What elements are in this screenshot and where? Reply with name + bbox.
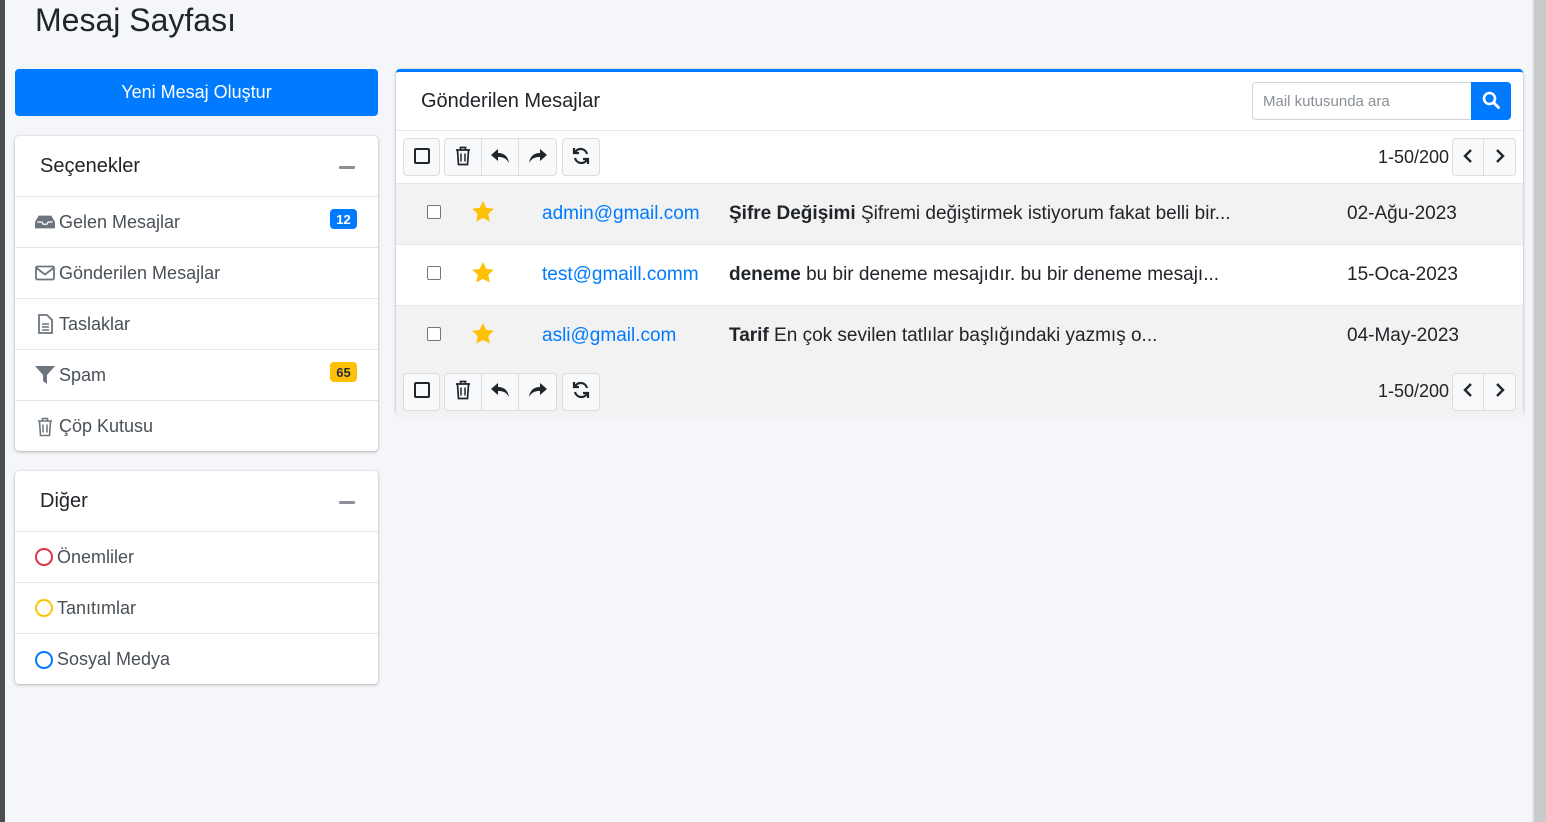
nav-item-social[interactable]: Sosyal Medya <box>15 634 378 685</box>
envelope-icon <box>35 263 55 283</box>
star-icon[interactable] <box>471 323 495 349</box>
options-card: Seçenekler Gelen Mesajlar 12 Gönderilen … <box>15 136 378 451</box>
mailbox-toolbar-top: 1-50/200 <box>396 131 1523 183</box>
message-preview: Şifremi değiştirmek istiyorum fakat bell… <box>861 203 1231 224</box>
select-all-button[interactable] <box>403 138 440 176</box>
message-preview: En çok sevilen tatlılar başlığındaki yaz… <box>774 325 1158 347</box>
message-date: 15-Oca-2023 <box>1347 264 1458 285</box>
trash-icon <box>455 380 471 403</box>
message-date: 04-May-2023 <box>1347 325 1459 347</box>
collapse-icon[interactable] <box>339 166 355 169</box>
search-input[interactable] <box>1252 82 1471 120</box>
collapse-icon[interactable] <box>339 501 355 504</box>
options-title: Seçenekler <box>40 154 141 177</box>
compose-button[interactable]: Yeni Mesaj Oluştur <box>15 69 378 116</box>
nav-item-spam[interactable]: Spam 65 <box>15 350 378 401</box>
message-subject: Tarif <box>729 325 769 347</box>
nav-item-label: Taslaklar <box>59 313 131 334</box>
message-sender[interactable]: admin@gmail.com <box>542 203 700 224</box>
mailbox-title: Gönderilen Mesajlar <box>421 90 600 112</box>
forward-icon <box>528 382 548 401</box>
trash-icon <box>35 417 55 437</box>
pager-text: 1-50/200 <box>1377 380 1449 401</box>
nav-item-drafts[interactable]: Taslaklar <box>15 299 378 350</box>
select-all-button[interactable] <box>403 372 440 411</box>
window-left-edge <box>0 0 5 822</box>
reply-icon <box>490 148 510 167</box>
pager-text: 1-50/200 <box>1377 147 1449 167</box>
prev-page-button[interactable] <box>1452 138 1484 176</box>
other-card: Diğer Önemliler Tanıtımlar Sosyal Medya <box>15 471 378 684</box>
trash-icon <box>455 146 471 169</box>
message-preview: bu bir deneme mesajıdır. bu bir deneme m… <box>806 264 1220 285</box>
message-row[interactable]: test@gmaill.comm deneme bu bir deneme me… <box>396 244 1523 306</box>
nav-item-label: Gönderilen Mesajlar <box>59 262 221 283</box>
nav-item-label: Spam <box>59 364 107 385</box>
star-icon[interactable] <box>471 201 495 227</box>
mailbox-toolbar-bottom: 1-50/200 <box>396 366 1523 417</box>
message-row[interactable]: admin@gmail.com Şifre Değişimi Şifremi d… <box>396 183 1523 245</box>
message-subject: Şifre Değişimi <box>729 203 856 224</box>
nav-item-important[interactable]: Önemliler <box>15 532 378 583</box>
mailbox-header: Gönderilen Mesajlar <box>396 72 1523 131</box>
message-checkbox[interactable] <box>426 327 441 342</box>
circle-icon <box>35 599 53 617</box>
refresh-icon <box>572 381 590 402</box>
inbox-count-badge: 12 <box>330 209 357 229</box>
nav-item-label: Gelen Mesajlar <box>59 211 181 232</box>
message-table: admin@gmail.com Şifre Değişimi Şifremi d… <box>396 183 1523 367</box>
filter-icon <box>35 365 55 385</box>
star-icon[interactable] <box>471 262 495 288</box>
nav-item-promotions[interactable]: Tanıtımlar <box>15 583 378 634</box>
options-header: Seçenekler <box>15 136 378 197</box>
page-title: Mesaj Sayfası <box>35 2 236 38</box>
message-row[interactable]: asli@gmail.com Tarif En çok sevilen tatl… <box>396 305 1523 367</box>
prev-page-button[interactable] <box>1452 372 1484 411</box>
scrollbar-track[interactable] <box>1534 0 1546 822</box>
nav-item-label: Önemliler <box>57 546 135 567</box>
mailbox-card: Gönderilen Mesajlar 1-50/200 <box>396 69 1523 417</box>
refresh-button[interactable] <box>562 138 600 176</box>
message-sender[interactable]: asli@gmail.com <box>542 325 676 346</box>
circle-icon <box>35 650 53 669</box>
forward-button[interactable] <box>518 138 557 176</box>
chevron-right-icon <box>1495 382 1505 401</box>
nav-item-label: Tanıtımlar <box>57 597 137 618</box>
nav-item-label: Çöp Kutusu <box>59 416 154 436</box>
spam-count-badge: 65 <box>330 362 357 382</box>
delete-button[interactable] <box>444 372 482 411</box>
nav-item-label: Sosyal Medya <box>57 649 171 669</box>
chevron-left-icon <box>1463 148 1473 167</box>
refresh-button[interactable] <box>562 372 600 411</box>
search-button[interactable] <box>1471 82 1511 120</box>
reply-icon <box>490 382 510 401</box>
other-title: Diğer <box>40 489 88 512</box>
search-icon <box>1482 91 1500 112</box>
nav-item-inbox[interactable]: Gelen Mesajlar 12 <box>15 197 378 248</box>
message-checkbox[interactable] <box>426 205 441 219</box>
message-subject: deneme <box>729 264 801 285</box>
refresh-icon <box>572 147 590 168</box>
circle-icon <box>35 548 53 566</box>
reply-button[interactable] <box>481 138 519 176</box>
nav-item-trash[interactable]: Çöp Kutusu <box>15 401 378 452</box>
message-checkbox[interactable] <box>426 266 441 280</box>
other-header: Diğer <box>15 471 378 532</box>
message-sender[interactable]: test@gmaill.comm <box>542 264 699 285</box>
file-icon <box>35 314 55 334</box>
square-icon <box>413 147 430 167</box>
inbox-icon <box>35 212 55 232</box>
square-icon <box>413 382 430 401</box>
next-page-button[interactable] <box>1483 138 1516 176</box>
delete-button[interactable] <box>444 138 482 176</box>
nav-item-sent[interactable]: Gönderilen Mesajlar <box>15 248 378 299</box>
message-date: 02-Ağu-2023 <box>1347 203 1457 224</box>
chevron-right-icon <box>1495 148 1505 167</box>
next-page-button[interactable] <box>1483 372 1516 411</box>
forward-button[interactable] <box>518 372 557 411</box>
chevron-left-icon <box>1463 382 1473 401</box>
reply-button[interactable] <box>481 372 519 411</box>
forward-icon <box>528 148 548 167</box>
